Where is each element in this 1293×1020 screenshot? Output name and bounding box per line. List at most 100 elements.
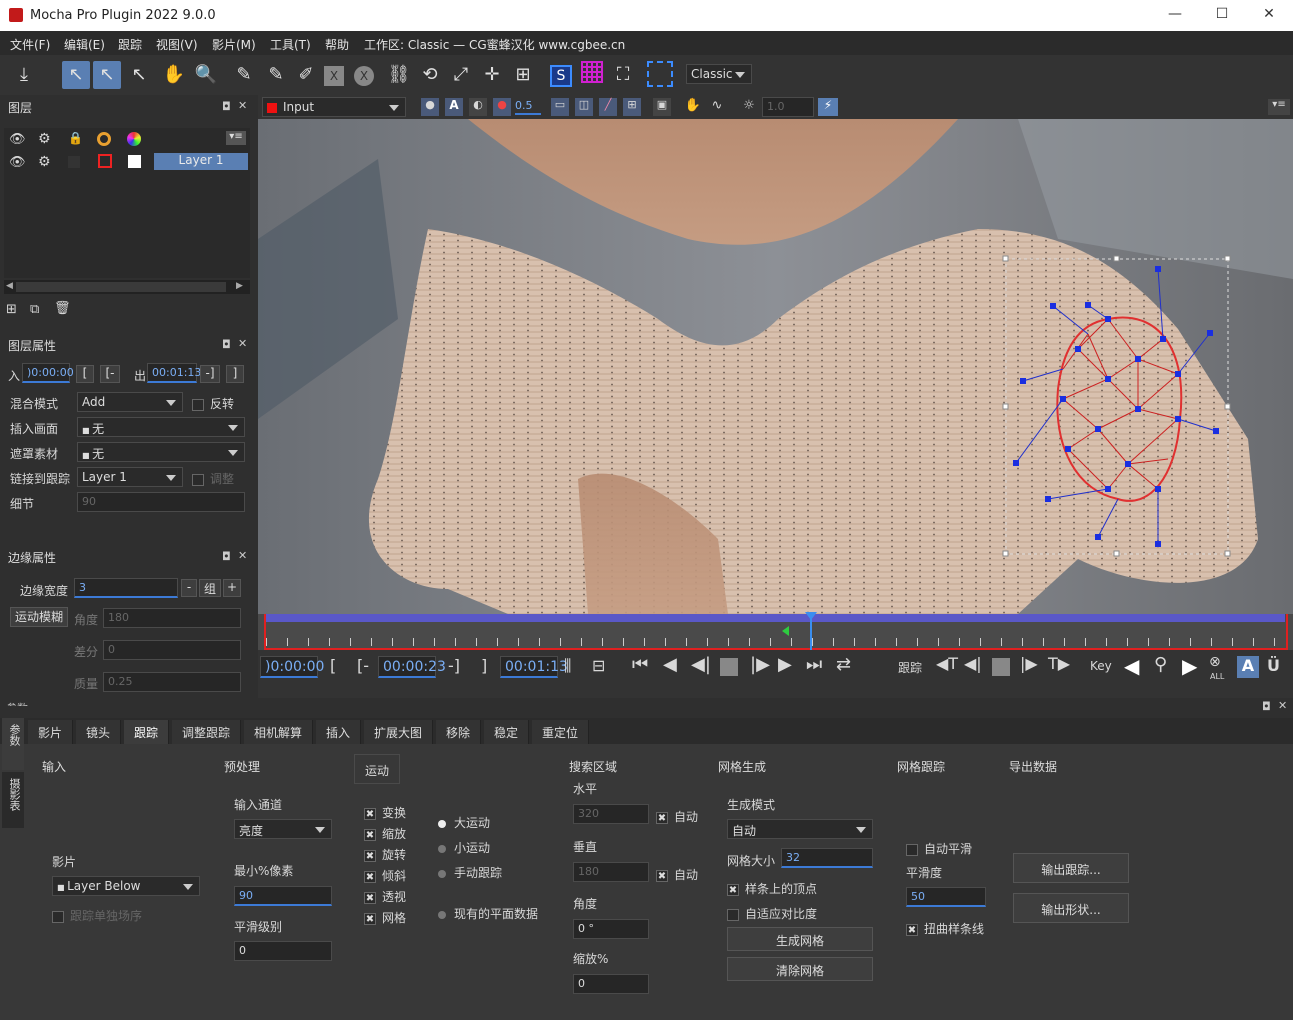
step-back-icon[interactable]: ◀| [691,654,711,675]
keyframe-marker-icon[interactable] [782,626,789,636]
edge-group-button[interactable]: 组 [199,579,221,597]
small-motion-radio[interactable]: 小运动 [438,839,490,856]
search-angle-field[interactable]: 0 ° [573,919,649,939]
menu-help[interactable]: 帮助 [325,36,349,53]
brush-view-icon[interactable]: ╱ [599,98,617,116]
auto-vertical-checkbox[interactable]: 自动 [656,866,698,883]
play-forward-icon[interactable]: ▶ [778,654,792,675]
duplicate-layer-icon[interactable]: ⧉ [30,302,39,317]
tab-clip[interactable]: 影片 [28,720,74,744]
tab-insert[interactable]: 插入 [316,720,362,744]
grid-view-icon[interactable]: ⊞ [623,98,641,116]
range-in-icon[interactable]: ⫼ [564,656,571,676]
goto-start-icon[interactable]: ⏮ [632,654,648,675]
insert-select[interactable]: ■ 无 [77,417,245,437]
layer-name[interactable]: Layer 1 [154,153,248,170]
layers-scrollbar[interactable]: ◀ ▶ [4,280,250,294]
matte-select[interactable]: ■ 无 [77,442,245,462]
track-individual-fields-checkbox[interactable]: 跟踪单独场序 [52,907,142,924]
generate-mesh-button[interactable]: 生成网格 [727,927,873,951]
mesh-size-field[interactable]: 32 [781,848,873,868]
manual-track-radio[interactable]: 手动跟踪 [438,864,502,881]
overlay-icon[interactable]: ◐ [469,98,487,116]
auto-key-icon[interactable]: A [1237,656,1259,678]
goto-out-icon[interactable]: -] [448,656,460,675]
quality-field[interactable]: 0.25 [103,672,241,692]
smooth-level-field[interactable]: 0 [234,941,332,961]
key-options-icon[interactable]: Ü [1267,656,1280,675]
brightness-icon[interactable]: ☼ [740,98,758,116]
delete-all-keys-icon[interactable]: ⊗ [1209,654,1221,670]
next-key-icon[interactable]: ▶ [1182,654,1197,678]
playhead-handle-icon[interactable] [805,612,817,620]
add-point-tool-icon[interactable]: ↖ [125,61,153,89]
motion-perspective-checkbox[interactable]: 透视 [364,888,406,905]
existing-planar-radio[interactable]: 现有的平面数据 [438,905,538,922]
params-close-icon[interactable]: ✕ [1278,699,1287,712]
angle-field[interactable]: 180 [103,608,241,628]
select-box-tool-icon[interactable]: ↖ [93,61,121,89]
panel-close-icon[interactable]: ✕ [238,99,247,112]
range-out-icon[interactable]: ⊟ [592,656,605,675]
prev-key-icon[interactable]: ◀ [1124,654,1139,678]
workspace-select[interactable]: Classic [686,64,752,84]
track-step-back-icon[interactable]: ◀| [964,654,982,673]
move-tool-icon[interactable]: ✛ [478,61,506,89]
menu-file[interactable]: 文件(F) [10,36,50,53]
current-time-field[interactable]: )0:00:00 [260,656,324,678]
layer-gear-icon[interactable]: ⚙ [38,154,51,170]
menu-view[interactable]: 视图(V) [156,36,198,53]
delete-layer-icon[interactable]: 🗑 [54,301,71,316]
layer-view-select[interactable]: Input [262,97,406,117]
go-in-button[interactable]: [- [100,365,120,383]
snapshot-icon[interactable]: ▣ [653,98,671,116]
vertical-field[interactable]: 180 [573,862,649,882]
matte-overlay-icon[interactable]: ● [493,98,511,116]
layer-visibility-icon[interactable]: 👁 [9,155,26,170]
gear-icon[interactable]: ⚙ [38,131,51,147]
viewer-menu-icon[interactable]: ▾≡ [1268,99,1290,115]
side-tab-params[interactable]: 参数 [2,718,24,770]
viewer-canvas[interactable] [258,119,1293,614]
color-wheel-icon[interactable] [127,132,141,146]
out-time-field[interactable]: 00:01:13 [500,656,568,678]
new-layer-icon[interactable]: ⊞ [6,302,17,317]
clear-mesh-button[interactable]: 清除网格 [727,957,873,981]
set-out-button[interactable]: ] [226,365,244,383]
track-backward-icon[interactable]: ◀T [936,654,958,673]
side-tab-dopesheet[interactable]: 摄影表 [2,772,24,828]
scale-tool-icon[interactable]: ⤢ [447,61,475,89]
go-out-button[interactable]: -] [200,365,220,383]
in-time-field[interactable]: 00:00:23 [378,656,446,678]
motion-shear-checkbox[interactable]: 倾斜 [364,867,406,884]
detail-field[interactable]: 90 [77,492,245,512]
menu-tools[interactable]: 工具(T) [270,36,311,53]
save-icon[interactable]: ⤓ [10,61,38,89]
menu-edit[interactable]: 编辑(E) [64,36,105,53]
tab-reorient[interactable]: 重定位 [532,720,590,744]
rect-x-tool-icon[interactable]: X [320,61,348,89]
stack-icon[interactable]: ◫ [575,98,593,116]
x-spline-tool-icon[interactable]: ✎ [230,61,258,89]
min-pixels-field[interactable]: 90 [234,886,332,906]
motion-scale-checkbox[interactable]: 缩放 [364,825,406,842]
layer-color-icon[interactable] [98,154,112,168]
link-icon[interactable]: ⛓ [385,61,413,89]
opacity-field[interactable]: 0.5 [515,99,541,115]
link-track-select[interactable]: Layer 1 [77,467,183,487]
edge-props-float-icon[interactable]: ◘ [222,550,231,563]
lightning-icon[interactable]: ⚡ [818,98,838,116]
layer-props-close-icon[interactable]: ✕ [238,337,247,350]
fit-view-icon[interactable] [646,61,674,89]
motion-blur-button[interactable]: 运动模糊 [10,607,68,627]
edge-props-close-icon[interactable]: ✕ [238,549,247,562]
track-stop-icon[interactable] [992,658,1010,676]
play-backward-icon[interactable]: ◀ [663,654,677,675]
motion-translate-checkbox[interactable]: 变换 [364,804,406,821]
track-forward-icon[interactable]: T▶ [1048,654,1070,673]
adjust-checkbox[interactable]: 调整 [192,470,234,487]
input-channel-select[interactable]: 亮度 [234,819,332,839]
motion-mesh-checkbox[interactable]: 网格 [364,909,406,926]
tab-track[interactable]: 跟踪 [124,720,170,744]
layer-menu-icon[interactable]: ▾≡ [226,131,246,145]
